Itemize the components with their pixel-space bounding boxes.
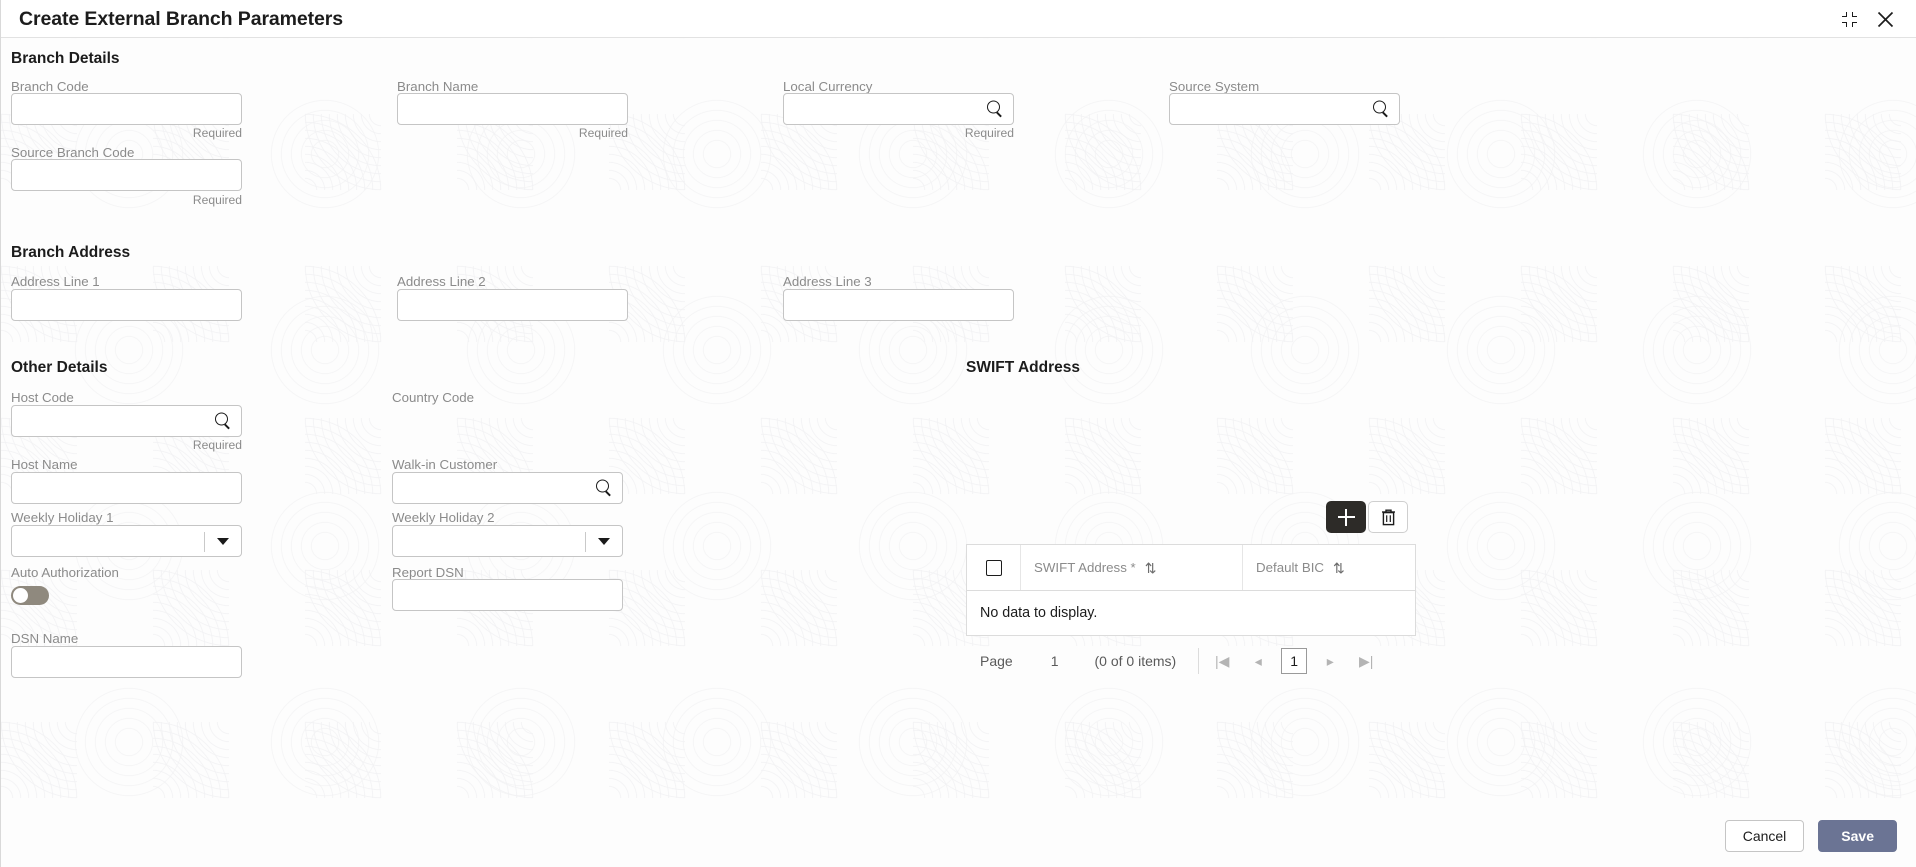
required-branch-code: Required xyxy=(192,126,242,140)
required-local-currency: Required xyxy=(964,126,1014,140)
input-host-name[interactable] xyxy=(11,472,242,504)
label-host-code: Host Code xyxy=(11,390,74,405)
pagination-next-button[interactable]: ▸ xyxy=(1317,648,1343,674)
input-source-system[interactable] xyxy=(1169,93,1400,125)
toggle-auto-authorization[interactable] xyxy=(11,586,49,605)
swift-table-column-swift-address[interactable]: SWIFT Address * ⇅ xyxy=(1021,545,1243,590)
collapse-corners-icon xyxy=(1841,11,1857,27)
label-branch-code: Branch Code xyxy=(11,79,89,94)
pagination-last-button[interactable]: ▶| xyxy=(1353,648,1379,674)
input-address-line-2[interactable] xyxy=(397,289,628,321)
search-icon[interactable] xyxy=(596,479,613,497)
input-branch-code[interactable] xyxy=(11,93,242,125)
input-host-code[interactable] xyxy=(11,405,242,437)
create-external-branch-parameters-dialog: Create External Branch Parameters Branch… xyxy=(0,0,1916,867)
search-icon[interactable] xyxy=(215,412,232,430)
plus-icon xyxy=(1337,508,1355,526)
close-button[interactable] xyxy=(1871,5,1899,33)
column-header-label: SWIFT Address * xyxy=(1034,560,1136,575)
select-weekly-holiday-2[interactable] xyxy=(392,525,623,557)
section-title-branch-address: Branch Address xyxy=(11,244,131,261)
label-report-dsn: Report DSN xyxy=(392,565,464,580)
swift-table-select-all-cell xyxy=(967,545,1021,590)
column-header-label: Default BIC xyxy=(1256,560,1324,575)
input-local-currency[interactable] xyxy=(783,93,1014,125)
label-branch-name: Branch Name xyxy=(397,79,479,94)
close-icon xyxy=(1877,11,1893,27)
input-address-line-3[interactable] xyxy=(783,289,1014,321)
label-host-name: Host Name xyxy=(11,457,78,472)
label-weekly-holiday-1: Weekly Holiday 1 xyxy=(11,510,114,525)
label-weekly-holiday-2: Weekly Holiday 2 xyxy=(392,510,495,525)
label-source-system: Source System xyxy=(1169,79,1260,94)
input-report-dsn[interactable] xyxy=(392,579,623,611)
input-source-branch-code[interactable] xyxy=(11,159,242,191)
trash-icon xyxy=(1381,509,1395,526)
pagination-page-value[interactable]: 1 xyxy=(1051,653,1059,669)
chevron-down-icon[interactable] xyxy=(598,538,610,545)
label-walk-in-customer: Walk-in Customer xyxy=(392,457,498,472)
input-address-line-1[interactable] xyxy=(11,289,242,321)
swift-table-column-default-bic[interactable]: Default BIC ⇅ xyxy=(1243,545,1415,590)
label-address-line-2: Address Line 2 xyxy=(397,274,486,289)
swift-address-table: SWIFT Address * ⇅ Default BIC ⇅ No data … xyxy=(966,544,1416,636)
section-title-other-details: Other Details xyxy=(11,359,108,376)
chevron-down-icon[interactable] xyxy=(217,538,229,545)
label-local-currency: Local Currency xyxy=(783,79,873,94)
pagination-prev-button[interactable]: ◂ xyxy=(1245,648,1271,674)
label-source-branch-code: Source Branch Code xyxy=(11,145,135,160)
required-branch-name: Required xyxy=(578,126,628,140)
add-swift-row-button[interactable] xyxy=(1326,501,1366,533)
pagination-divider xyxy=(1198,648,1200,674)
sort-updown-icon[interactable]: ⇅ xyxy=(1333,561,1345,575)
toggle-knob xyxy=(13,588,28,603)
label-country-code: Country Code xyxy=(392,390,475,405)
search-icon[interactable] xyxy=(1373,100,1390,118)
input-dsn-name[interactable] xyxy=(11,646,242,678)
checkbox-icon[interactable] xyxy=(985,559,1002,576)
input-branch-name[interactable] xyxy=(397,93,628,125)
required-host-code: Required xyxy=(192,438,242,452)
swift-table-pagination: Page 1 (0 of 0 items) |◀ ◂ 1 ▸ ▶| xyxy=(966,639,1416,683)
select-weekly-holiday-1[interactable] xyxy=(11,525,242,557)
save-button[interactable]: Save xyxy=(1818,820,1897,852)
input-walk-in-customer[interactable] xyxy=(392,472,623,504)
swift-table-header-row: SWIFT Address * ⇅ Default BIC ⇅ xyxy=(967,545,1415,591)
pagination-items-count: (0 of 0 items) xyxy=(1094,653,1177,669)
label-address-line-1: Address Line 1 xyxy=(11,274,100,289)
page-title: Create External Branch Parameters xyxy=(19,8,344,30)
dropdown-divider xyxy=(585,532,586,552)
pagination-page-label: Page xyxy=(980,653,1013,669)
label-address-line-3: Address Line 3 xyxy=(783,274,872,289)
dropdown-divider xyxy=(204,532,205,552)
dialog-footer-actions: Cancel Save xyxy=(1724,820,1897,852)
swift-table-empty-message: No data to display. xyxy=(980,605,1098,621)
dialog-header: Create External Branch Parameters xyxy=(1,0,1916,38)
dialog-body: Branch Details Branch Code Required Bran… xyxy=(1,38,1916,867)
label-auto-authorization: Auto Authorization xyxy=(11,565,119,580)
section-title-swift-address: SWIFT Address xyxy=(966,359,1080,376)
pagination-first-button[interactable]: |◀ xyxy=(1209,648,1235,674)
collapse-button[interactable] xyxy=(1835,5,1863,33)
swift-table-toolbar xyxy=(1326,501,1408,533)
required-source-branch-code: Required xyxy=(192,193,242,207)
sort-updown-icon[interactable]: ⇅ xyxy=(1145,561,1157,575)
cancel-button[interactable]: Cancel xyxy=(1724,820,1805,852)
label-dsn-name: DSN Name xyxy=(11,631,79,646)
section-title-branch-details: Branch Details xyxy=(11,50,120,67)
search-icon[interactable] xyxy=(987,100,1004,118)
pagination-current-page[interactable]: 1 xyxy=(1281,648,1308,674)
delete-swift-row-button[interactable] xyxy=(1368,501,1408,533)
